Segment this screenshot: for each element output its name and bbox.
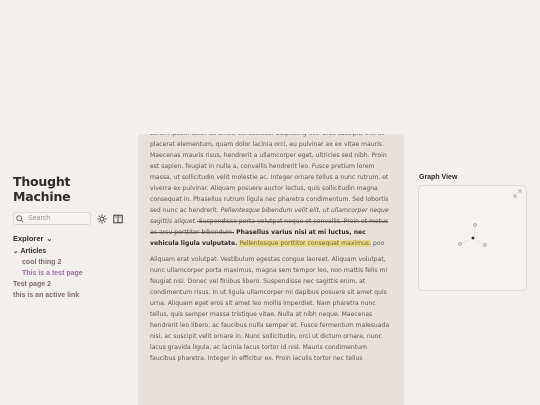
expand-icon[interactable] (513, 189, 522, 198)
explorer-toggle[interactable]: Explorer ⌄ (13, 234, 125, 243)
site-title-line2: Machine (13, 189, 71, 204)
sidebar: Thought Machine Search Explorer ⌄ ⌄ Artic… (13, 174, 125, 301)
search-row: Search (13, 212, 125, 225)
graph-canvas (458, 223, 487, 247)
article-body: Lorem ipsum dolor sit amet, consectetur … (138, 134, 404, 405)
chevron-down-icon: ⌄ (46, 235, 53, 243)
search-icon (16, 210, 24, 228)
graph-view[interactable] (418, 185, 527, 291)
search-placeholder: Search (28, 215, 51, 222)
article-paragraph: Aliquam erat volutpat. Vestibulum egesta… (150, 256, 390, 362)
explorer-tree: ⌄ Articles cool thing 2 This is a test pa… (13, 246, 125, 301)
site-title[interactable]: Thought Machine (13, 174, 125, 204)
graph-title: Graph View (419, 174, 458, 181)
tree-item-test-page[interactable]: This is a test page (13, 268, 125, 279)
explorer-label: Explorer (13, 234, 44, 243)
tree-item-cool-thing-2[interactable]: cool thing 2 (13, 257, 125, 268)
paragraph-text: Lorem ipsum dolor sit amet, consectetur … (150, 134, 389, 214)
graph-node-current (471, 236, 475, 240)
site-title-line1: Thought (13, 174, 71, 189)
folder-articles[interactable]: ⌄ Articles (13, 246, 125, 257)
tree-item-active-link[interactable]: this is an active link (13, 290, 125, 301)
article-paragraph: Lorem ipsum dolor sit amet, consectetur … (150, 134, 392, 249)
search-input[interactable]: Search (13, 212, 91, 225)
tree-item-test-page-2[interactable]: Test page 2 (13, 279, 125, 290)
folder-label: Articles (20, 248, 47, 255)
chevron-down-icon: ⌄ (13, 248, 19, 255)
paragraph-tail: poo (371, 240, 385, 247)
book-icon[interactable] (112, 213, 123, 224)
sun-icon[interactable] (96, 213, 107, 224)
highlighted-text: Pellentesque porttitor consequat maximus… (239, 240, 372, 247)
